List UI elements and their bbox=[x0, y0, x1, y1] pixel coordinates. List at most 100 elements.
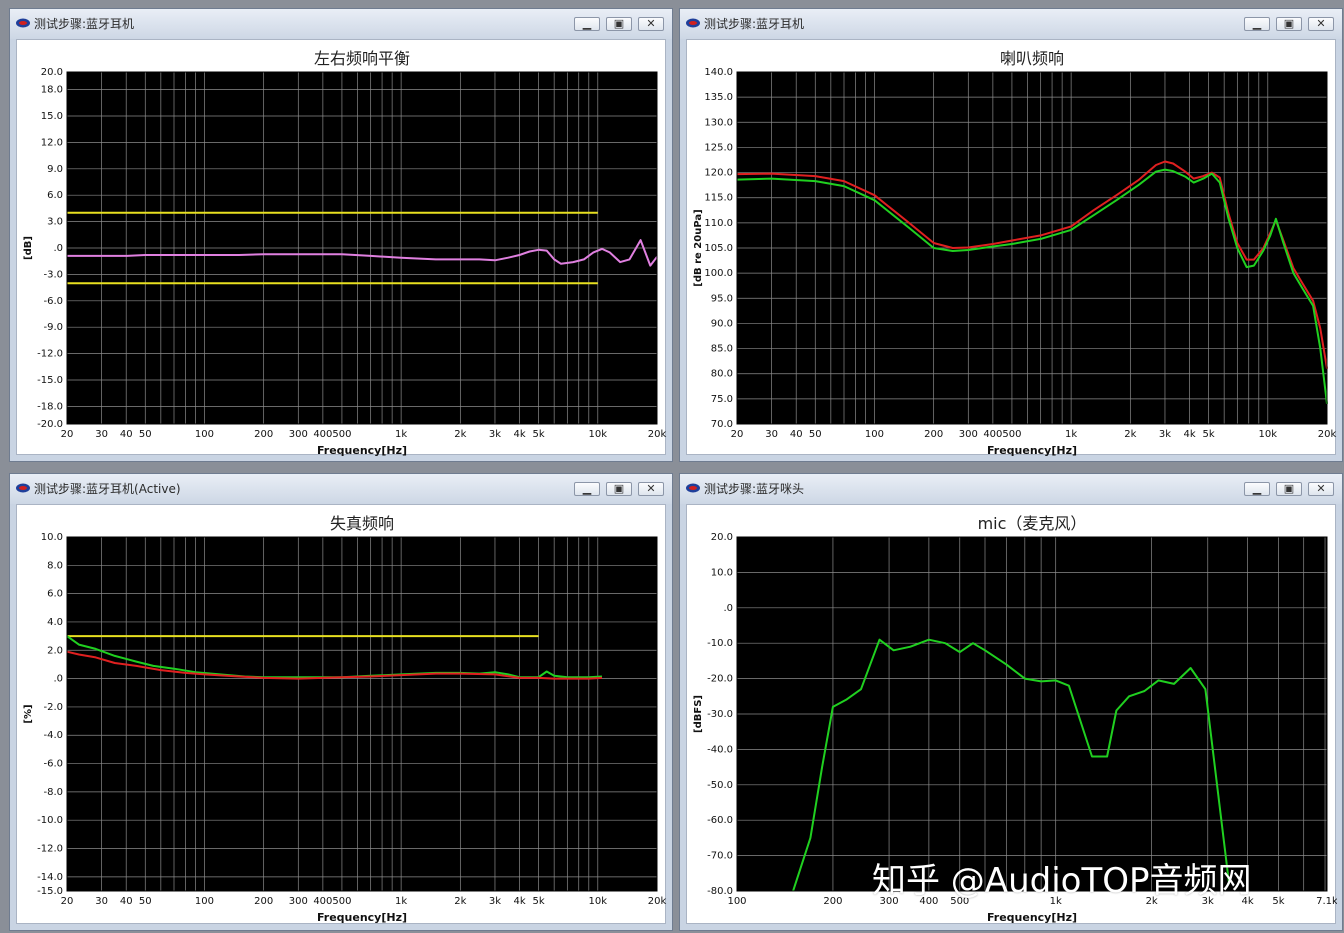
chart-panel: 140.0 135.0 130.0 125.0 120.0 115.0 110.0 105.0… bbox=[686, 39, 1336, 457]
x-tick-label: 30 bbox=[765, 429, 778, 440]
y-tick-label: 130.0 bbox=[704, 117, 733, 128]
maximize-button[interactable]: ▣ bbox=[606, 482, 632, 496]
minimize-button[interactable]: ▁ bbox=[574, 482, 600, 496]
app-logo-icon bbox=[686, 483, 700, 493]
title-bar[interactable]: 测试步骤:蓝牙耳机 ▁ ▣ ✕ bbox=[10, 9, 672, 39]
app-logo-icon bbox=[16, 483, 30, 493]
x-tick-label: 100 bbox=[195, 429, 214, 440]
x-tick-label: 200 bbox=[924, 429, 943, 440]
window-title: 测试步骤:蓝牙咪头 bbox=[704, 482, 805, 496]
x-tick-label: 300 bbox=[289, 429, 308, 440]
app-logo-icon bbox=[16, 18, 30, 28]
maximize-button[interactable]: ▣ bbox=[606, 17, 632, 31]
y-tick-label: -50.0 bbox=[707, 780, 733, 791]
x-tick-label: 2k bbox=[1124, 429, 1136, 440]
x-tick-label: 500 bbox=[332, 896, 351, 907]
y-tick-label: -6.0 bbox=[43, 759, 63, 770]
x-tick-label: 20 bbox=[61, 429, 74, 440]
x-tick-label: 4k bbox=[1183, 429, 1195, 440]
y-tick-label: -3.0 bbox=[43, 269, 63, 280]
x-tick-label: 50 bbox=[139, 429, 152, 440]
y-tick-label: .0 bbox=[53, 674, 63, 685]
x-tick-label: 3k bbox=[1159, 429, 1171, 440]
x-tick-label: 1k bbox=[395, 429, 407, 440]
y-tick-label: 105.0 bbox=[704, 243, 733, 254]
y-tick-label: 9.0 bbox=[47, 164, 63, 175]
y-tick-label: -70.0 bbox=[707, 851, 733, 862]
x-tick-label: 40 bbox=[790, 429, 803, 440]
y-tick-label: 12.0 bbox=[41, 137, 63, 148]
x-tick-label: 5k bbox=[1203, 429, 1215, 440]
x-tick-label: 300 bbox=[959, 429, 978, 440]
minimize-icon: ▁ bbox=[582, 17, 592, 30]
speaker-response-chart: 140.0 135.0 130.0 125.0 120.0 115.0 110.0 105.0… bbox=[693, 49, 1336, 457]
x-tick-label: 40 bbox=[120, 896, 133, 907]
y-tick-label: -15.0 bbox=[37, 886, 63, 897]
title-bar[interactable]: 测试步骤:蓝牙耳机(Active) ▁ ▣ ✕ bbox=[10, 474, 672, 504]
y-tick-label: -20.0 bbox=[37, 419, 63, 430]
y-tick-label: -20.0 bbox=[707, 674, 733, 685]
x-axis-label: Frequency[Hz] bbox=[317, 911, 407, 924]
x-tick-label: 5k bbox=[533, 429, 545, 440]
y-tick-label: 135.0 bbox=[704, 92, 733, 103]
y-tick-label: 6.0 bbox=[47, 589, 63, 600]
y-tick-label: 110.0 bbox=[704, 218, 733, 229]
y-tick-label: 2.0 bbox=[47, 645, 63, 656]
x-tick-label: 10k bbox=[1259, 429, 1278, 440]
y-tick-label: -2.0 bbox=[43, 702, 63, 713]
close-button[interactable]: ✕ bbox=[638, 482, 664, 496]
y-tick-label: -40.0 bbox=[707, 744, 733, 755]
maximize-button[interactable]: ▣ bbox=[1276, 17, 1302, 31]
plot-area bbox=[67, 537, 657, 891]
y-tick-label: -30.0 bbox=[707, 709, 733, 720]
minimize-button[interactable]: ▁ bbox=[574, 17, 600, 31]
x-tick-label: 20k bbox=[648, 429, 667, 440]
x-tick-label: 7.1k bbox=[1316, 896, 1337, 907]
x-tick-label: 100 bbox=[195, 896, 214, 907]
y-tick-label: -60.0 bbox=[707, 815, 733, 826]
x-tick-label: 500 bbox=[1002, 429, 1021, 440]
y-axis-label: [dB re 20uPa] bbox=[693, 209, 704, 286]
chart-title: 左右频响平衡 bbox=[314, 49, 410, 68]
window-title: 测试步骤:蓝牙耳机(Active) bbox=[34, 482, 181, 496]
x-tick-label: 10k bbox=[589, 429, 608, 440]
y-tick-label: 75.0 bbox=[711, 394, 733, 405]
close-icon: ✕ bbox=[646, 17, 656, 30]
distortion-chart: 10.0 8.0 6.0 4.0 2.0 .0 -2.0 -4.0 -6.0 -8.0 -10.0 -… bbox=[23, 514, 667, 924]
y-tick-label: 18.0 bbox=[41, 85, 63, 96]
x-axis-label: Frequency[Hz] bbox=[317, 444, 407, 457]
title-bar[interactable]: 测试步骤:蓝牙咪头 ▁ ▣ ✕ bbox=[680, 474, 1342, 504]
y-tick-label: .0 bbox=[53, 243, 63, 254]
x-tick-label: 400 bbox=[983, 429, 1002, 440]
close-button[interactable]: ✕ bbox=[1308, 482, 1334, 496]
close-button[interactable]: ✕ bbox=[1308, 17, 1334, 31]
y-tick-label: 4.0 bbox=[47, 617, 63, 628]
x-tick-label: 2k bbox=[454, 429, 466, 440]
x-tick-label: 4k bbox=[513, 896, 525, 907]
minimize-button[interactable]: ▁ bbox=[1244, 482, 1270, 496]
y-axis-label: [dB] bbox=[23, 236, 34, 260]
y-tick-label: 3.0 bbox=[47, 217, 63, 228]
y-tick-label: -12.0 bbox=[37, 844, 63, 855]
y-tick-label: 100.0 bbox=[704, 268, 733, 279]
y-tick-label: .0 bbox=[723, 603, 733, 614]
x-tick-label: 400 bbox=[313, 429, 332, 440]
y-tick-label: 15.0 bbox=[41, 111, 63, 122]
x-axis-label: Frequency[Hz] bbox=[987, 911, 1077, 924]
x-tick-label: 200 bbox=[254, 896, 273, 907]
maximize-button[interactable]: ▣ bbox=[1276, 482, 1302, 496]
x-tick-label: 50 bbox=[809, 429, 822, 440]
maximize-icon: ▣ bbox=[1283, 17, 1295, 30]
minimize-button[interactable]: ▁ bbox=[1244, 17, 1270, 31]
close-icon: ✕ bbox=[646, 482, 656, 495]
y-tick-label: -4.0 bbox=[43, 730, 63, 741]
minimize-icon: ▁ bbox=[1252, 17, 1262, 30]
x-tick-label: 300 bbox=[289, 896, 308, 907]
window-title: 测试步骤:蓝牙耳机 bbox=[704, 17, 805, 31]
y-tick-label: -18.0 bbox=[37, 401, 63, 412]
close-button[interactable]: ✕ bbox=[638, 17, 664, 31]
x-tick-label: 20k bbox=[648, 896, 667, 907]
y-tick-label: 90.0 bbox=[711, 318, 733, 329]
y-tick-label: 140.0 bbox=[704, 67, 733, 78]
title-bar[interactable]: 测试步骤:蓝牙耳机 ▁ ▣ ✕ bbox=[680, 9, 1342, 39]
